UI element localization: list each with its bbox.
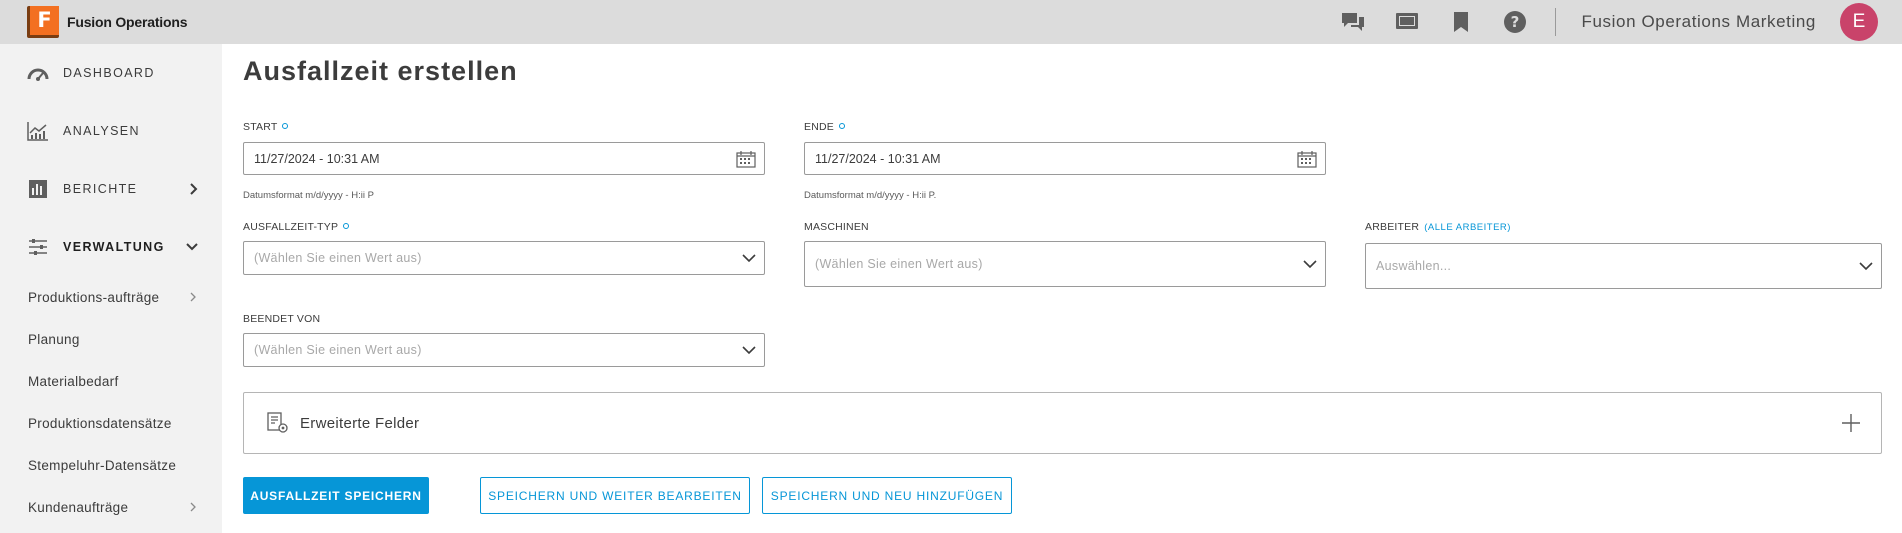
ende-label-text: ENDE	[804, 121, 834, 133]
main-content: Ausfallzeit erstellen START 11/27/2024 -…	[222, 44, 1902, 533]
brand[interactable]: F Fusion Operations	[27, 6, 187, 38]
alle-arbeiter-link[interactable]: (ALLE ARBEITER)	[1424, 222, 1511, 233]
typ-label: AUSFALLZEIT-TYP	[243, 221, 350, 233]
chevron-down-icon	[1303, 242, 1317, 286]
start-hint: Datumsformat m/d/yyyy - H:ii P	[243, 190, 374, 201]
sidebar-item-label: Kundenaufträge	[28, 499, 129, 515]
settings-document-icon	[266, 411, 290, 435]
ende-value: 11/27/2024 - 10:31 AM	[815, 151, 941, 166]
required-indicator	[838, 123, 845, 129]
save-downtime-button[interactable]: AUSFALLZEIT SPEICHERN	[243, 477, 429, 514]
save-add-new-button[interactable]: SPEICHERN UND NEU HINZUFÜGEN	[762, 477, 1012, 514]
sidebar-item-label: BERICHTE	[63, 182, 138, 196]
ende-label: ENDE	[804, 121, 845, 133]
dashboard-gauge-icon	[27, 62, 49, 84]
sidebar-item-verwaltung[interactable]: VERWALTUNG	[0, 218, 222, 276]
start-label-text: START	[243, 121, 278, 133]
app-name: Fusion Operations	[67, 14, 188, 30]
maschinen-label: MASCHINEN	[804, 221, 869, 233]
sidebar-subitem-produktionsdatensaetze[interactable]: Produktionsdatensätze	[0, 402, 222, 444]
sidebar-subitem-stempeluhr[interactable]: Stempeluhr-Datensätze	[0, 444, 222, 486]
page-title: Ausfallzeit erstellen	[243, 56, 518, 86]
arbeiter-label-text: ARBEITER	[1365, 221, 1420, 233]
start-value: 11/27/2024 - 10:31 AM	[254, 151, 380, 166]
beendet-placeholder: (Wählen Sie einen Wert aus)	[254, 343, 422, 357]
sidebar-item-label: Stempeluhr-Datensätze	[28, 457, 177, 473]
app-logo: F	[27, 6, 59, 38]
ende-datetime-input[interactable]: 11/27/2024 - 10:31 AM	[804, 142, 1326, 175]
typ-label-text: AUSFALLZEIT-TYP	[243, 221, 339, 233]
sliders-icon	[27, 236, 49, 258]
sidebar-item-analysen[interactable]: ANALYSEN	[0, 102, 222, 160]
org-name[interactable]: Fusion Operations Marketing	[1582, 12, 1816, 32]
sidebar-subitem-produktionsauftraege[interactable]: Produktions-aufträge	[0, 276, 222, 318]
chevron-right-icon	[190, 160, 198, 218]
chevron-right-icon	[190, 486, 196, 528]
sidebar-item-label: ANALYSEN	[63, 124, 140, 138]
reports-icon	[27, 178, 49, 200]
avatar-initial: E	[1852, 11, 1866, 32]
sidebar-item-label: Produktions-aufträge	[28, 289, 160, 305]
arbeiter-placeholder: Auswählen...	[1376, 259, 1452, 273]
chevron-down-icon	[1859, 244, 1873, 288]
sidebar-subitem-planung[interactable]: Planung	[0, 318, 222, 360]
required-indicator	[343, 223, 350, 229]
arbeiter-select[interactable]: Auswählen...	[1365, 243, 1882, 289]
extended-fields-label: Erweiterte Felder	[300, 414, 420, 432]
chevron-down-icon	[186, 218, 198, 276]
sidebar-item-label: Materialbedarf	[28, 373, 119, 389]
divider	[1554, 8, 1556, 36]
typ-placeholder: (Wählen Sie einen Wert aus)	[254, 251, 422, 265]
chevron-down-icon	[742, 334, 756, 366]
chevron-right-icon	[190, 276, 196, 318]
save-continue-button[interactable]: SPEICHERN UND WEITER BEARBEITEN	[480, 477, 750, 514]
bookmark-icon[interactable]	[1447, 8, 1475, 36]
start-datetime-input[interactable]: 11/27/2024 - 10:31 AM	[243, 142, 765, 175]
extended-fields-panel[interactable]: Erweiterte Felder	[243, 392, 1882, 454]
calendar-icon[interactable]	[736, 143, 756, 174]
sidebar-item-label: Produktionsdatensätze	[28, 415, 172, 431]
top-bar: F Fusion Operations ? Fusion Operations …	[0, 0, 1902, 44]
analytics-icon	[27, 120, 49, 142]
svg-text:?: ?	[1510, 13, 1519, 31]
required-indicator	[282, 123, 289, 129]
ende-hint: Datumsformat m/d/yyyy - H:ii P.	[804, 190, 937, 201]
beendet-label: BEENDET VON	[243, 313, 321, 325]
start-label: START	[243, 121, 289, 133]
sidebar: DASHBOARD ANALYSEN BERICHTE VERWALTUNG P…	[0, 44, 222, 533]
maschinen-placeholder: (Wählen Sie einen Wert aus)	[815, 257, 983, 271]
avatar[interactable]: E	[1840, 3, 1878, 41]
typ-select[interactable]: (Wählen Sie einen Wert aus)	[243, 241, 765, 275]
sidebar-item-dashboard[interactable]: DASHBOARD	[0, 44, 222, 102]
plus-icon[interactable]	[1841, 393, 1861, 453]
chevron-down-icon	[742, 242, 756, 274]
chat-icon[interactable]	[1339, 8, 1367, 36]
help-icon[interactable]: ?	[1501, 8, 1529, 36]
sidebar-item-berichte[interactable]: BERICHTE	[0, 160, 222, 218]
maschinen-select[interactable]: (Wählen Sie einen Wert aus)	[804, 241, 1326, 287]
sidebar-subitem-materialbedarf[interactable]: Materialbedarf	[0, 360, 222, 402]
presentation-icon[interactable]	[1393, 8, 1421, 36]
arbeiter-label: ARBEITER (ALLE ARBEITER)	[1365, 221, 1511, 233]
beendet-select[interactable]: (Wählen Sie einen Wert aus)	[243, 333, 765, 367]
sidebar-item-label: Planung	[28, 331, 80, 347]
sidebar-item-label: DASHBOARD	[63, 66, 155, 80]
calendar-icon[interactable]	[1297, 143, 1317, 174]
sidebar-subitem-kundenauftraege[interactable]: Kundenaufträge	[0, 486, 222, 528]
sidebar-item-label: VERWALTUNG	[63, 240, 165, 254]
